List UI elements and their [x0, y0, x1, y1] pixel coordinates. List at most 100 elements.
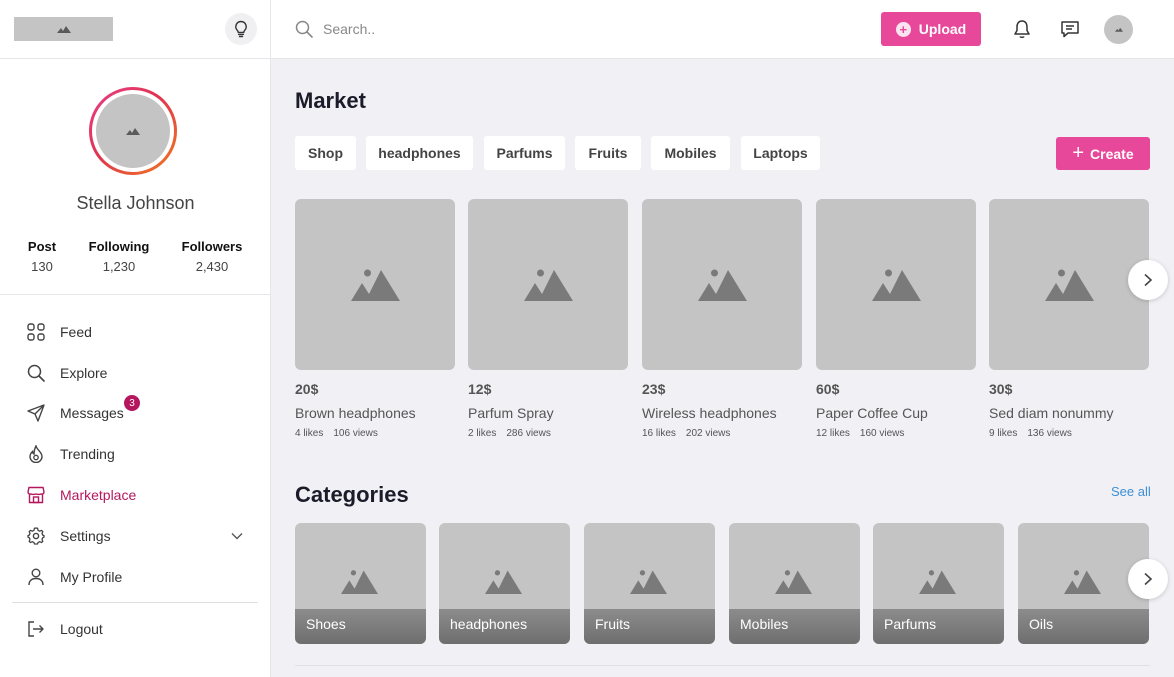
- product-card[interactable]: 60$ Paper Coffee Cup 12 likes 160 views: [816, 199, 976, 439]
- logout-icon: [26, 619, 46, 639]
- product-views: 136 views: [1027, 428, 1072, 439]
- product-price: 60$: [816, 381, 840, 397]
- sidebar-item-label: Trending: [60, 446, 115, 462]
- create-label: Create: [1090, 145, 1134, 162]
- product-card[interactable]: 12$ Parfum Spray 2 likes 286 views: [468, 199, 628, 439]
- store-icon: [26, 485, 46, 505]
- product-carousel: 20$ Brown headphones 4 likes 106 views 12…: [295, 199, 1155, 444]
- sidebar-item-messages[interactable]: Messages 3: [0, 393, 271, 433]
- product-views: 202 views: [685, 428, 731, 439]
- chevron-down-icon[interactable]: [230, 529, 244, 543]
- product-likes: 4 likes: [295, 428, 324, 439]
- profile-avatar: [96, 94, 170, 168]
- image-placeholder-icon: [126, 128, 140, 135]
- stat-label: Followers: [181, 239, 243, 254]
- top-header: + Upload: [271, 0, 1174, 59]
- upload-button[interactable]: + Upload: [881, 12, 981, 46]
- sidebar-item-logout[interactable]: Logout: [0, 609, 271, 649]
- stat-value: 1,230: [102, 259, 136, 274]
- image-placeholder-icon: [523, 269, 573, 301]
- product-name: Paper Coffee Cup: [816, 405, 928, 421]
- product-name: Parfum Spray: [468, 405, 554, 421]
- logo[interactable]: [14, 17, 113, 41]
- search-icon: [295, 20, 313, 38]
- profile-avatar-ring[interactable]: [89, 87, 177, 175]
- image-placeholder-icon: [775, 570, 812, 594]
- stat-label: Post: [27, 239, 57, 254]
- product-meta: 2 likes 286 views: [468, 428, 628, 439]
- chip-shop[interactable]: Shop: [295, 136, 356, 170]
- sidebar-item-trending[interactable]: Trending: [0, 434, 271, 474]
- create-button[interactable]: + Create: [1056, 137, 1150, 170]
- sidebar-item-settings[interactable]: Settings: [0, 516, 271, 556]
- stat-posts: Post 130: [22, 239, 62, 274]
- image-placeholder-icon: [350, 269, 400, 301]
- category-carousel: Shoes headphones Fruits Mobiles Parfums: [295, 523, 1155, 644]
- sidebar-item-explore[interactable]: Explore: [0, 353, 271, 393]
- sidebar-item-label: Logout: [60, 621, 103, 637]
- chevron-right-icon: [1144, 273, 1153, 287]
- categories-title: Categories: [295, 482, 409, 507]
- chip-mobiles[interactable]: Mobiles: [651, 136, 730, 170]
- sidebar-item-my-profile[interactable]: My Profile: [0, 557, 271, 597]
- product-name: Wireless headphones: [642, 405, 777, 421]
- image-placeholder-icon: [1114, 27, 1123, 32]
- chat-icon[interactable]: [1059, 18, 1081, 40]
- product-views: 106 views: [333, 428, 378, 439]
- product-card[interactable]: 20$ Brown headphones 4 likes 106 views: [295, 199, 455, 439]
- sidebar-item-label: My Profile: [60, 569, 123, 585]
- category-card[interactable]: Mobiles: [729, 523, 860, 644]
- bell-icon[interactable]: [1011, 18, 1033, 40]
- chip-fruits[interactable]: Fruits: [575, 136, 641, 170]
- chip-headphones[interactable]: headphones: [366, 136, 473, 170]
- category-card[interactable]: headphones: [439, 523, 570, 644]
- chevron-right-icon: [1144, 572, 1153, 586]
- plus-icon: +: [1072, 141, 1085, 164]
- category-label: Oils: [1029, 616, 1054, 632]
- category-card[interactable]: Fruits: [584, 523, 715, 644]
- product-image[interactable]: [468, 199, 628, 370]
- products-next-button[interactable]: [1128, 260, 1168, 300]
- product-card[interactable]: 30$ Sed diam nonummy 9 likes 136 views: [989, 199, 1149, 439]
- product-likes: 9 likes: [989, 428, 1018, 439]
- sidebar-item-label: Messages: [60, 405, 124, 421]
- messages-badge: 3: [124, 395, 140, 411]
- search-icon: [26, 363, 46, 383]
- product-image[interactable]: [295, 199, 455, 370]
- product-image[interactable]: [989, 199, 1149, 370]
- image-placeholder-icon: [697, 269, 747, 301]
- app: Stella Johnson Post 130 Following 1,230 …: [0, 0, 1174, 677]
- profile-name: Stella Johnson: [76, 193, 195, 213]
- see-all-link[interactable]: See all: [1111, 484, 1151, 499]
- lightbulb-icon: [235, 20, 247, 38]
- sidebar: Stella Johnson Post 130 Following 1,230 …: [0, 0, 271, 677]
- product-image[interactable]: [642, 199, 802, 370]
- market-title: Market: [295, 88, 366, 113]
- product-likes: 2 likes: [468, 428, 497, 439]
- category-card[interactable]: Parfums: [873, 523, 1004, 644]
- plus-icon: +: [895, 21, 911, 37]
- sidebar-item-marketplace[interactable]: Marketplace: [0, 475, 271, 515]
- stat-label: Following: [88, 239, 150, 254]
- lightbulb-button[interactable]: [225, 13, 257, 45]
- product-name: Sed diam nonummy: [989, 405, 1114, 421]
- sidebar-item-feed[interactable]: Feed: [0, 312, 271, 352]
- image-placeholder-icon: [630, 570, 667, 594]
- product-card[interactable]: 23$ Wireless headphones 16 likes 202 view…: [642, 199, 802, 439]
- user-avatar[interactable]: [1104, 15, 1133, 44]
- sidebar-item-label: Feed: [60, 324, 92, 340]
- divider: [295, 665, 1150, 666]
- chip-parfums[interactable]: Parfums: [484, 136, 565, 170]
- image-placeholder-icon: [56, 26, 71, 33]
- product-meta: 4 likes 106 views: [295, 428, 455, 439]
- category-card[interactable]: Shoes: [295, 523, 426, 644]
- grid-icon: [26, 322, 46, 342]
- stat-value: 130: [31, 259, 53, 274]
- chip-laptops[interactable]: Laptops: [741, 136, 820, 170]
- product-image[interactable]: [816, 199, 976, 370]
- category-label: Fruits: [595, 616, 630, 632]
- search-input[interactable]: [323, 18, 723, 40]
- fire-icon: [26, 444, 46, 464]
- categories-next-button[interactable]: [1128, 559, 1168, 599]
- divider: [0, 294, 271, 295]
